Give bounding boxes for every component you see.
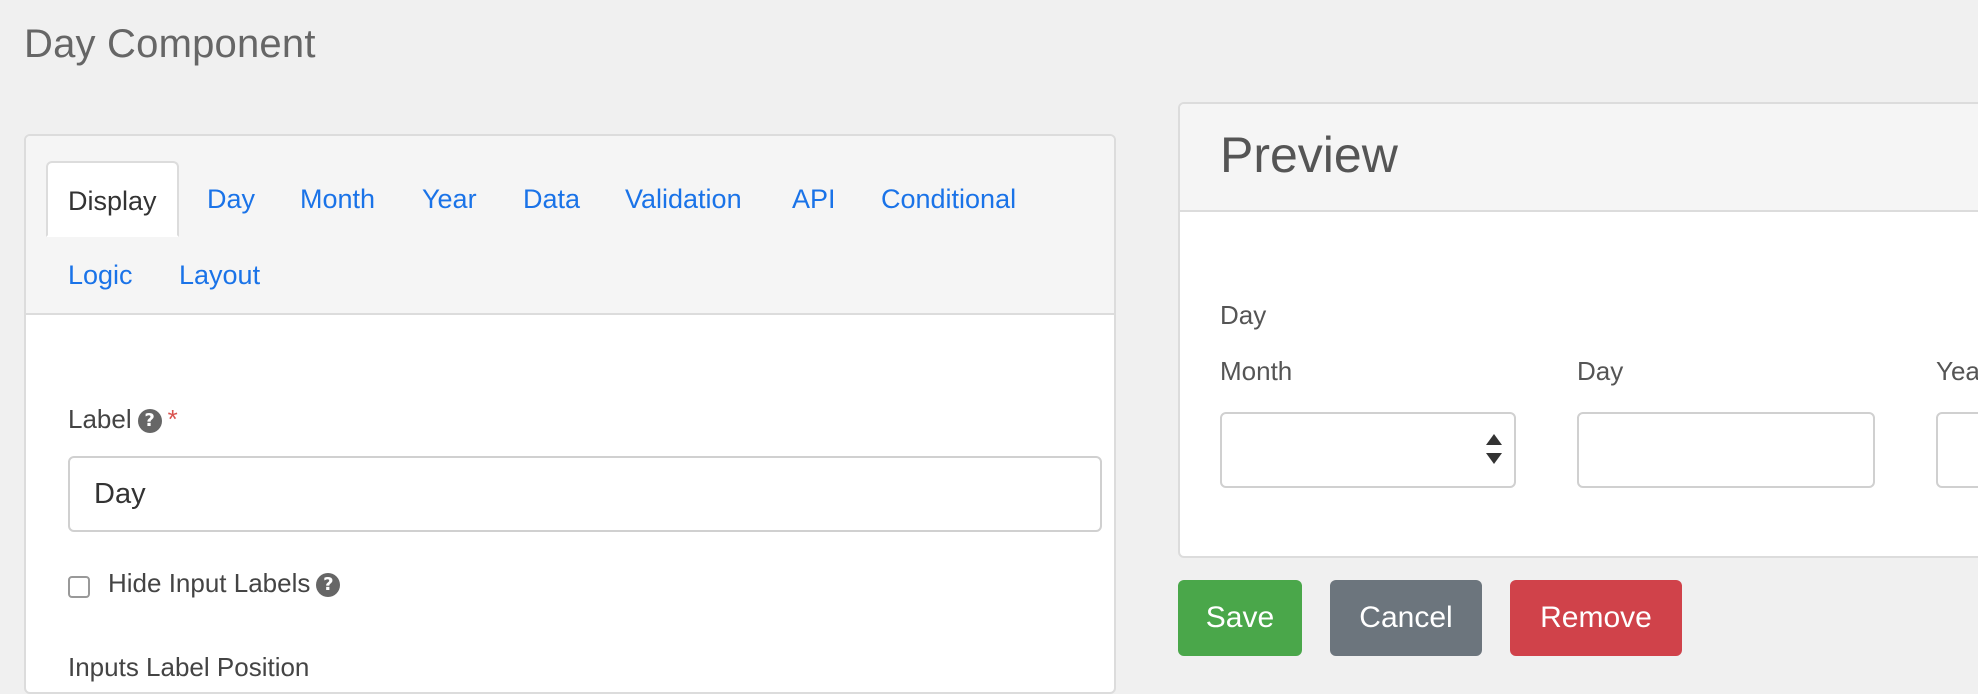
inputs-label-position-label: Inputs Label Position [68, 652, 310, 682]
tab-validation[interactable]: Validation [625, 161, 742, 237]
arrow-down-icon [1486, 453, 1502, 464]
tab-day[interactable]: Day [207, 161, 255, 237]
preview-card: Preview Day Month Day Yea [1178, 102, 1978, 558]
preview-month-label: Month [1220, 356, 1293, 386]
tab-conditional[interactable]: Conditional [881, 161, 1016, 237]
preview-day-label: Day [1577, 356, 1624, 386]
preview-month-select[interactable] [1220, 412, 1516, 488]
remove-button[interactable]: Remove [1510, 580, 1682, 656]
label-input[interactable] [68, 456, 1102, 532]
dialog-title: Day Component [24, 22, 316, 66]
required-asterisk: * [167, 404, 178, 434]
tab-header: Display Day Month Year Data Validation A… [26, 136, 1114, 315]
save-button[interactable]: Save [1178, 580, 1302, 656]
preview-year-input[interactable] [1936, 412, 1978, 488]
preview-year-label: Yea [1936, 356, 1978, 386]
hide-input-labels-checkbox[interactable] [68, 576, 90, 598]
tab-display[interactable]: Display [46, 161, 179, 237]
tab-year[interactable]: Year [422, 161, 477, 237]
component-settings-card: Display Day Month Year Data Validation A… [24, 134, 1116, 694]
hide-input-labels-label[interactable]: Hide Input Labels? [108, 568, 341, 599]
label-field-text: Label [68, 404, 132, 434]
question-circle-icon[interactable]: ? [137, 409, 162, 434]
preview-header: Preview [1180, 104, 1978, 212]
label-field-label: Label? * [68, 404, 178, 435]
preview-title: Preview [1220, 127, 1398, 183]
arrow-up-icon [1486, 434, 1502, 445]
preview-day-input[interactable] [1577, 412, 1875, 488]
cancel-button[interactable]: Cancel [1330, 580, 1482, 656]
tab-api[interactable]: API [792, 161, 836, 237]
tab-month[interactable]: Month [300, 161, 375, 237]
preview-component-label: Day [1220, 300, 1267, 330]
hide-input-labels-text[interactable]: Hide Input Labels [108, 568, 310, 598]
tab-logic[interactable]: Logic [68, 237, 133, 313]
up-down-arrows-icon [1486, 434, 1502, 464]
tab-data[interactable]: Data [523, 161, 580, 237]
tab-layout[interactable]: Layout [179, 237, 260, 313]
question-circle-icon[interactable]: ? [316, 573, 341, 598]
